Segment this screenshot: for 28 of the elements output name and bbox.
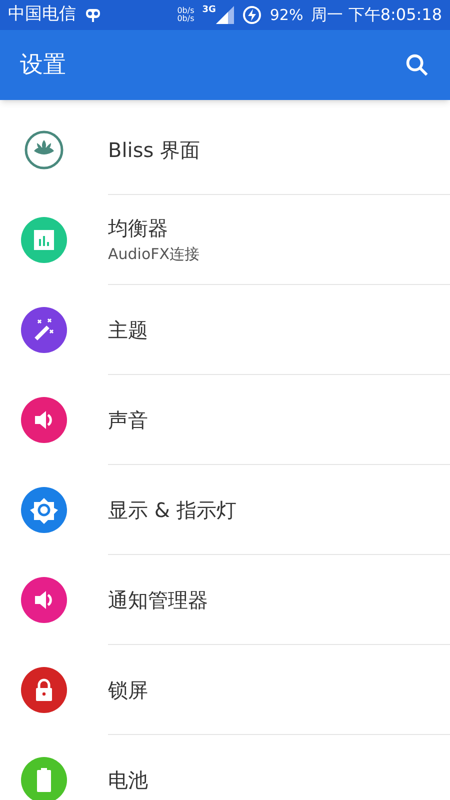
clock-text: 周一 下午8:05:18 — [311, 4, 442, 26]
upload-speed: 0b/s — [177, 7, 194, 15]
battery-percent: 92% — [270, 4, 304, 26]
item-title: 锁屏 — [108, 676, 149, 704]
item-subtitle: AudioFX连接 — [108, 244, 201, 266]
carrier-text: 中国电信 — [8, 3, 76, 26]
settings-item[interactable]: 均衡器 AudioFX连接 — [0, 195, 450, 285]
search-icon[interactable] — [404, 52, 430, 78]
network-type: 3G — [202, 4, 216, 17]
item-title: 通知管理器 — [108, 586, 209, 614]
charging-icon — [242, 5, 262, 25]
settings-item[interactable]: 电池 — [0, 735, 450, 800]
item-title: 电池 — [108, 767, 149, 794]
item-title: Bliss 界面 — [108, 136, 202, 164]
settings-item[interactable]: 主题 — [0, 285, 450, 375]
signal-icon — [216, 6, 234, 24]
item-title: 主题 — [108, 316, 149, 344]
item-title: 显示 & 指示灯 — [108, 496, 238, 524]
item-title: 均衡器 — [108, 215, 169, 242]
item-title: 声音 — [108, 406, 149, 434]
robot-icon — [84, 6, 102, 24]
settings-item[interactable]: Bliss 界面 — [0, 105, 450, 195]
settings-item[interactable]: 显示 & 指示灯 — [0, 465, 450, 555]
settings-item[interactable]: 声音 — [0, 375, 450, 465]
settings-item[interactable]: 锁屏 — [0, 645, 450, 735]
page-title: 设置 — [20, 50, 67, 80]
settings-item[interactable]: 通知管理器 — [0, 555, 450, 645]
download-speed: 0b/s — [177, 15, 194, 23]
